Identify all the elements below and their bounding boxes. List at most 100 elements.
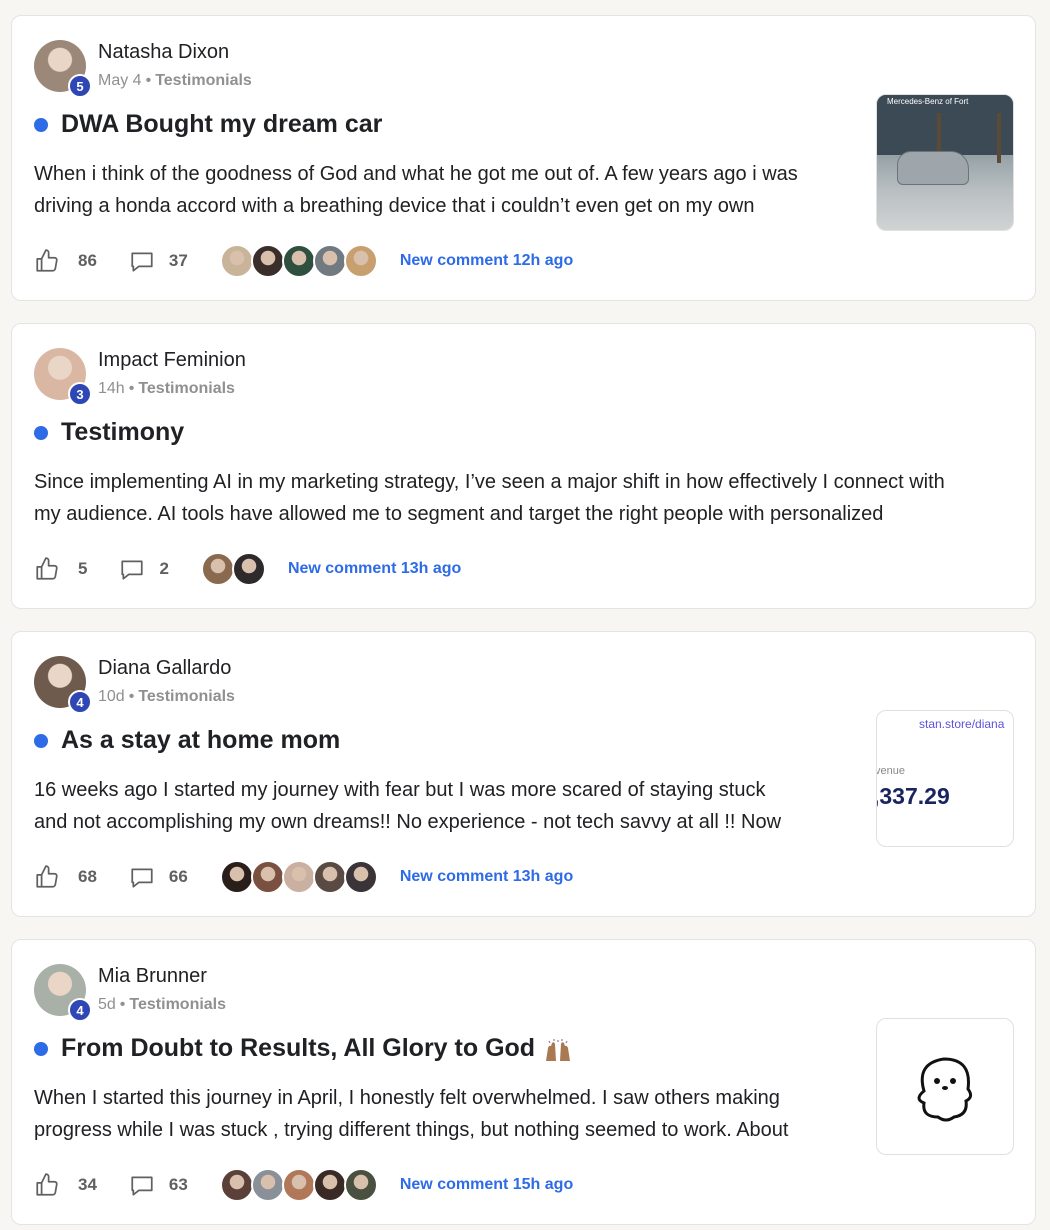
unread-dot-icon xyxy=(34,1041,48,1056)
meta-separator: • xyxy=(145,72,152,89)
post-feed: 5 Natasha Dixon May 4 • Testimonials DWA B… xyxy=(0,0,1050,1230)
title-row[interactable]: As a stay at home mom xyxy=(34,726,340,755)
post-time: 14h xyxy=(98,380,125,397)
level-badge: 3 xyxy=(68,382,92,406)
author-avatar-wrap[interactable]: 4 xyxy=(34,656,92,714)
comment-count: 37 xyxy=(168,251,188,270)
author-name[interactable]: Impact Feminion xyxy=(98,349,246,372)
comment-count: 63 xyxy=(168,1175,188,1194)
title-row[interactable]: Testimony xyxy=(34,418,184,447)
post-excerpt[interactable]: Since implementing AI in my marketing st… xyxy=(34,466,1024,530)
commenter-avatar[interactable] xyxy=(200,552,235,586)
post-category[interactable]: Testimonials xyxy=(129,996,226,1013)
like-button[interactable]: 34 xyxy=(34,1172,97,1198)
ghost-sticker-icon xyxy=(917,1056,973,1121)
commenter-avatars[interactable] xyxy=(219,244,378,278)
post-title[interactable]: From Doubt to Results, All Glory to God xyxy=(61,1034,535,1063)
commenter-avatars[interactable] xyxy=(219,860,378,894)
commenter-avatars[interactable] xyxy=(219,1168,378,1202)
post-category[interactable]: Testimonials xyxy=(138,688,235,705)
comment-button[interactable]: 63 xyxy=(129,1172,188,1198)
post-excerpt[interactable]: When I started this journey in April, I … xyxy=(34,1082,864,1146)
title-row[interactable]: DWA Bought my dream car xyxy=(34,110,382,139)
comment-button[interactable]: 66 xyxy=(129,864,188,890)
raising-hands-icon xyxy=(543,1038,573,1063)
commenter-avatar[interactable] xyxy=(312,860,347,894)
meta-separator: • xyxy=(128,688,135,705)
commenter-avatar[interactable] xyxy=(343,244,378,278)
commenter-avatar[interactable] xyxy=(250,244,285,278)
commenter-avatar[interactable] xyxy=(343,1168,378,1202)
revenue-amount: ,337.29 xyxy=(876,783,950,809)
commenter-avatar[interactable] xyxy=(281,1168,316,1202)
post-time: May 4 xyxy=(98,72,142,89)
post-card[interactable]: 3 Impact Feminion 14h • Testimonials Testi… xyxy=(11,323,1036,609)
like-button[interactable]: 68 xyxy=(34,864,97,890)
author-name[interactable]: Natasha Dixon xyxy=(98,41,229,64)
commenter-avatar[interactable] xyxy=(219,1168,254,1202)
like-button[interactable]: 5 xyxy=(34,556,87,582)
commenter-avatar[interactable] xyxy=(219,860,254,894)
speech-bubble-icon xyxy=(121,560,144,580)
commenter-avatar[interactable] xyxy=(281,244,316,278)
like-button[interactable]: 86 xyxy=(34,248,97,274)
new-comment-link[interactable]: New comment 15h ago xyxy=(400,1176,573,1194)
post-meta: 10d • Testimonials xyxy=(98,688,235,706)
post-category[interactable]: Testimonials xyxy=(155,72,252,89)
post-footer: 34 63 New comment 15h ago xyxy=(34,1168,573,1202)
post-title[interactable]: DWA Bought my dream car xyxy=(61,110,382,139)
comment-button[interactable]: 2 xyxy=(119,556,169,582)
author-name[interactable]: Diana Gallardo xyxy=(98,657,231,680)
like-count: 86 xyxy=(78,251,97,270)
unread-dot-icon xyxy=(34,425,48,440)
excerpt-line: When I started this journey in April, I … xyxy=(34,1087,780,1109)
post-category[interactable]: Testimonials xyxy=(138,380,235,397)
new-comment-link[interactable]: New comment 13h ago xyxy=(400,868,573,886)
new-comment-link[interactable]: New comment 13h ago xyxy=(288,560,461,578)
post-card[interactable]: 4 Diana Gallardo 10d • Testimonials As a s… xyxy=(11,631,1036,917)
post-meta: 14h • Testimonials xyxy=(98,380,235,398)
post-footer: 86 37 New comment 12h ago xyxy=(34,244,573,278)
post-thumbnail-revenue[interactable]: stan.store/diana venue ,337.29 xyxy=(876,710,1014,847)
post-title[interactable]: As a stay at home mom xyxy=(61,726,340,755)
car-icon xyxy=(897,151,969,185)
level-badge: 4 xyxy=(68,690,92,714)
meta-separator: • xyxy=(119,996,126,1013)
post-excerpt[interactable]: 16 weeks ago I started my journey with f… xyxy=(34,774,864,838)
commenter-avatar[interactable] xyxy=(250,860,285,894)
commenter-avatar[interactable] xyxy=(281,860,316,894)
title-row[interactable]: From Doubt to Results, All Glory to God xyxy=(34,1034,573,1063)
excerpt-line: progress while I was stuck , trying diff… xyxy=(34,1119,789,1141)
post-footer: 68 66 New comment 13h ago xyxy=(34,860,573,894)
speech-bubble-icon xyxy=(131,868,153,888)
commenter-avatar[interactable] xyxy=(312,1168,347,1202)
post-title[interactable]: Testimony xyxy=(61,418,184,447)
speech-bubble-icon xyxy=(131,252,153,272)
thumbs-up-icon xyxy=(36,865,58,888)
author-avatar-wrap[interactable]: 5 xyxy=(34,40,92,98)
author-name[interactable]: Mia Brunner xyxy=(98,965,207,988)
post-footer: 5 2 New comment 13h ago xyxy=(34,552,461,586)
post-thumbnail-sticker[interactable] xyxy=(876,1018,1014,1155)
palm-tree-icon xyxy=(997,113,1001,163)
author-avatar-wrap[interactable]: 3 xyxy=(34,348,92,406)
store-url: stan.store/diana xyxy=(919,717,1005,731)
post-meta: May 4 • Testimonials xyxy=(98,72,252,90)
commenter-avatar[interactable] xyxy=(231,552,266,586)
post-thumbnail-car-photo[interactable]: Mercedes-Benz of Fort xyxy=(876,94,1014,231)
post-excerpt[interactable]: When i think of the goodness of God and … xyxy=(34,158,864,222)
unread-dot-icon xyxy=(34,733,48,748)
post-card[interactable]: 4 Mia Brunner 5d • Testimonials From Doubt… xyxy=(11,939,1036,1225)
commenter-avatar[interactable] xyxy=(343,860,378,894)
commenter-avatar[interactable] xyxy=(312,244,347,278)
comment-count: 2 xyxy=(159,559,169,578)
commenter-avatars[interactable] xyxy=(200,552,266,586)
post-card[interactable]: 5 Natasha Dixon May 4 • Testimonials DWA B… xyxy=(11,15,1036,301)
unread-dot-icon xyxy=(34,117,48,132)
commenter-avatar[interactable] xyxy=(219,244,254,278)
excerpt-line: When i think of the goodness of God and … xyxy=(34,163,798,185)
new-comment-link[interactable]: New comment 12h ago xyxy=(400,252,573,270)
commenter-avatar[interactable] xyxy=(250,1168,285,1202)
comment-button[interactable]: 37 xyxy=(129,248,188,274)
author-avatar-wrap[interactable]: 4 xyxy=(34,964,92,1022)
